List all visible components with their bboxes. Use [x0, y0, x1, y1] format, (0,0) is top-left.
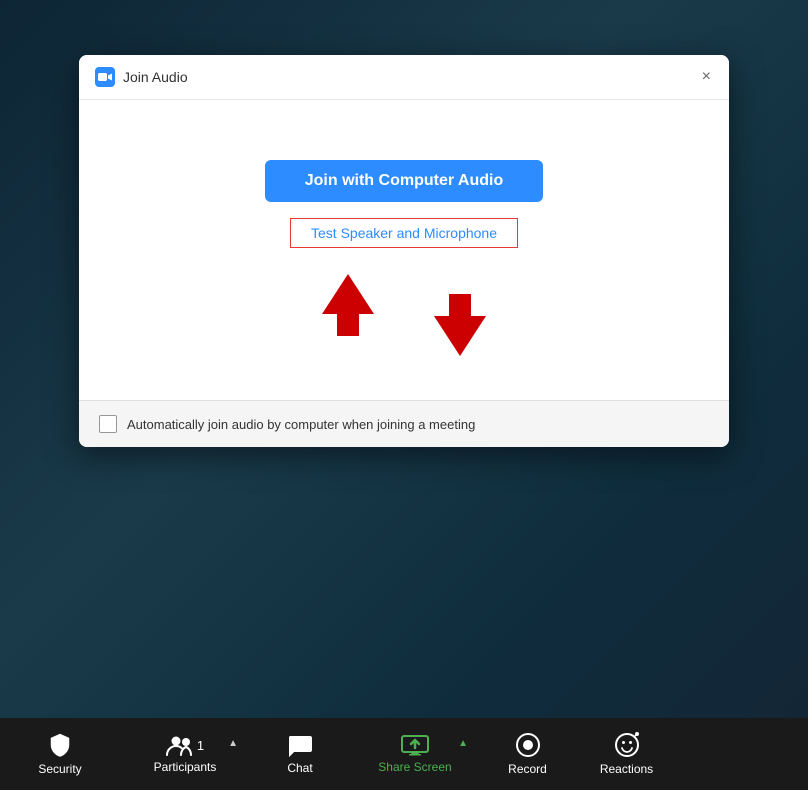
join-audio-modal: Join Audio × Join with Computer Audio Te…	[79, 55, 729, 447]
toolbar-item-security[interactable]: Security	[0, 724, 120, 784]
toolbar: Security ▲ 1 Participants Chat ▲	[0, 718, 808, 790]
close-button[interactable]: ×	[698, 67, 715, 87]
auto-join-label[interactable]: Automatically join audio by computer whe…	[127, 417, 475, 432]
modal-footer: Automatically join audio by computer whe…	[79, 400, 729, 447]
chat-label: Chat	[287, 761, 312, 775]
toolbar-item-record[interactable]: Record	[480, 724, 575, 784]
test-speaker-microphone-link[interactable]: Test Speaker and Microphone	[290, 218, 518, 248]
join-computer-audio-button[interactable]: Join with Computer Audio	[265, 160, 544, 202]
participants-icon	[166, 734, 194, 756]
chat-icon	[287, 733, 313, 757]
reactions-label: Reactions	[600, 762, 653, 776]
modal-overlay: Join Audio × Join with Computer Audio Te…	[0, 0, 808, 790]
record-label: Record	[508, 762, 547, 776]
zoom-logo-icon	[95, 67, 115, 87]
share-screen-label: Share Screen	[378, 760, 451, 774]
modal-body: Join with Computer Audio Test Speaker an…	[79, 100, 729, 400]
arrow-down-icon	[434, 294, 486, 356]
participants-caret-icon: ▲	[228, 738, 238, 749]
arrow-up-icon	[322, 274, 374, 336]
shield-icon	[48, 732, 72, 758]
share-screen-icon	[401, 734, 429, 756]
auto-join-checkbox[interactable]	[99, 415, 117, 433]
toolbar-item-reactions[interactable]: Reactions	[575, 724, 678, 784]
record-icon	[515, 732, 541, 758]
reactions-icon	[614, 732, 640, 758]
toolbar-item-share-screen[interactable]: ▲ Share Screen	[350, 726, 480, 782]
modal-title: Join Audio	[123, 69, 188, 85]
toolbar-item-participants[interactable]: ▲ 1 Participants	[120, 726, 250, 782]
participants-label: Participants	[154, 760, 217, 774]
security-label: Security	[38, 762, 81, 776]
toolbar-item-chat[interactable]: Chat	[250, 725, 350, 783]
participants-count: 1	[197, 738, 204, 753]
modal-header: Join Audio ×	[79, 55, 729, 100]
share-screen-caret-icon: ▲	[458, 738, 468, 749]
